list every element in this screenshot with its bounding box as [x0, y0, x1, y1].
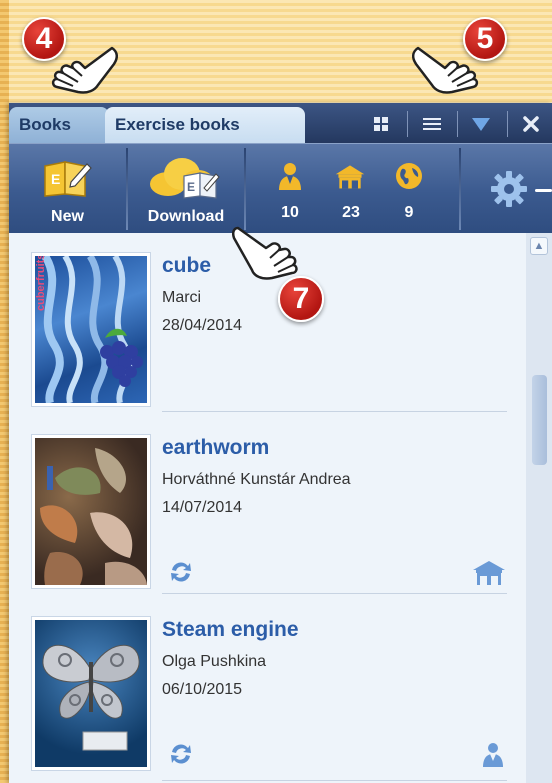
- vertical-scrollbar[interactable]: ▲: [526, 233, 552, 783]
- toolbar-divider: [507, 111, 508, 137]
- person-icon: [279, 163, 301, 190]
- download-button-label: Download: [147, 208, 225, 225]
- book-author: Horváthné Kunstár Andrea: [162, 471, 351, 488]
- stat-house-count: 23: [342, 204, 360, 221]
- book-title[interactable]: Steam engine: [162, 618, 299, 642]
- book-date: 06/10/2015: [162, 681, 243, 698]
- exercise-book-list: cuberfruits cube Marci 28/04/2014 earthw…: [9, 233, 526, 783]
- house-icon: [335, 165, 365, 189]
- book-date: 14/07/2014: [162, 499, 243, 516]
- stat-globe-count: 9: [404, 204, 414, 221]
- list-divider: [162, 593, 507, 594]
- download-button[interactable]: E Download: [128, 146, 244, 232]
- book-author: Marci: [162, 289, 202, 306]
- book-cover-image[interactable]: [31, 434, 151, 589]
- tab-exercise-books[interactable]: Exercise books: [105, 107, 305, 143]
- scroll-up-arrow-icon[interactable]: ▲: [530, 237, 548, 255]
- book-title[interactable]: earthworm: [162, 436, 269, 460]
- settings-pointer-line: [535, 189, 552, 192]
- cover-title-text: cuberfruits: [35, 256, 47, 311]
- book-date: 28/04/2014: [162, 317, 243, 334]
- new-button[interactable]: E New: [9, 146, 126, 232]
- toolbar-divider: [457, 111, 458, 137]
- book-cover-image[interactable]: [31, 616, 151, 771]
- pointing-hand-icon: [412, 46, 479, 94]
- svg-text:E: E: [51, 171, 60, 187]
- close-icon[interactable]: [516, 112, 546, 136]
- callout-7-badge: 7: [278, 276, 324, 322]
- person-icon: [483, 743, 503, 767]
- stat-person-count: 10: [281, 204, 299, 221]
- list-item[interactable]: earthworm Horváthné Kunstár Andrea 14/07…: [9, 434, 526, 614]
- main-toolbar: E New E Download 10 23 9: [9, 143, 552, 233]
- sync-icon[interactable]: [167, 558, 195, 586]
- callout-7-number: 7: [292, 282, 310, 315]
- book-title[interactable]: cube: [162, 254, 211, 278]
- list-divider: [162, 780, 507, 781]
- tab-bar: Books Exercise books: [9, 103, 552, 143]
- list-item[interactable]: Steam engine Olga Pushkina 06/10/2015: [9, 616, 526, 783]
- dropdown-arrow-icon[interactable]: [466, 112, 496, 136]
- house-icon: [473, 561, 505, 585]
- new-book-icon: E: [44, 161, 92, 197]
- tab-books[interactable]: Books: [9, 107, 109, 143]
- app-window: Books Exercise books E New E Download 10…: [9, 103, 552, 783]
- pointing-hand-icon: [51, 46, 118, 94]
- grid-view-icon[interactable]: [366, 112, 396, 136]
- tab-exercise-books-label: Exercise books: [115, 115, 240, 134]
- toolbar-divider: [459, 148, 461, 230]
- book-author: Olga Pushkina: [162, 653, 267, 670]
- globe-icon: [396, 163, 422, 189]
- toolbar-divider: [244, 148, 246, 230]
- scrollbar-thumb[interactable]: [532, 375, 547, 465]
- list-view-icon[interactable]: [417, 112, 447, 136]
- new-button-label: New: [51, 208, 84, 225]
- toolbar-divider: [407, 111, 408, 137]
- background-edge: [0, 0, 9, 783]
- svg-text:E: E: [187, 180, 195, 194]
- cloud-download-icon: E: [150, 158, 220, 199]
- book-cover-image[interactable]: cuberfruits: [31, 252, 151, 407]
- tab-books-label: Books: [19, 115, 71, 134]
- gear-icon[interactable]: [489, 169, 529, 209]
- list-divider: [162, 411, 507, 412]
- sync-icon[interactable]: [167, 740, 195, 768]
